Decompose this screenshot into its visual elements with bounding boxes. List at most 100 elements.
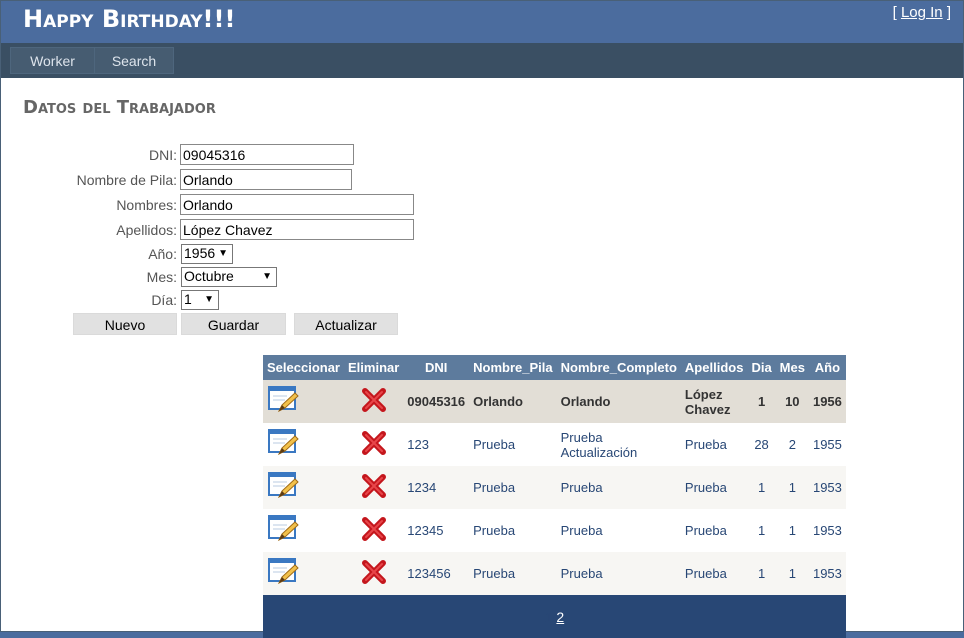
cell-nombre-completo: Prueba Actualización (556, 423, 681, 466)
cell-seleccionar (263, 423, 344, 466)
pager-link-page-2[interactable]: 2 (556, 609, 564, 625)
mes-select[interactable]: Octubre ▼ (181, 267, 277, 287)
login-bracket-close: ] (942, 4, 951, 21)
cell-mes: 1 (775, 552, 809, 595)
login-area: [ Log In ] (893, 4, 951, 21)
anio-label: Año: (148, 246, 177, 262)
edit-pencil-icon[interactable] (267, 471, 303, 503)
red-x-icon[interactable] (356, 515, 392, 547)
dia-select-value: 1 (184, 291, 192, 307)
nombre-pila-field[interactable] (180, 169, 352, 190)
cell-nombre-pila: Prueba (469, 423, 557, 466)
red-x-icon[interactable] (356, 472, 392, 504)
cell-dia: 1 (747, 466, 776, 509)
col-header-seleccionar: Seleccionar (263, 355, 344, 380)
edit-pencil-icon[interactable] (267, 428, 303, 460)
guardar-button[interactable]: Guardar (181, 313, 286, 335)
cell-nombre-completo: Prueba (556, 466, 681, 509)
cell-dia: 28 (747, 423, 776, 466)
cell-seleccionar (263, 466, 344, 509)
login-bracket-open: [ (892, 4, 901, 21)
cell-apellidos: López Chavez (680, 380, 748, 423)
cell-anio: 1955 (808, 423, 846, 466)
red-x-icon[interactable] (356, 429, 392, 461)
cell-mes: 1 (775, 466, 809, 509)
cell-eliminar (344, 466, 404, 509)
dia-select[interactable]: 1 ▼ (181, 290, 219, 310)
mes-label: Mes: (146, 269, 177, 285)
edit-pencil-icon[interactable] (267, 385, 303, 417)
table-row: 123 Prueba Prueba Actualización Prueba 28 2 19… (263, 423, 846, 466)
cell-nombre-pila: Orlando (469, 380, 557, 423)
table-row: 09045316 Orlando Orlando López Chavez 1 10 195… (263, 380, 846, 423)
cell-eliminar (344, 552, 404, 595)
cell-mes: 10 (775, 380, 809, 423)
cell-dni: 123 (403, 423, 470, 466)
site-header: Happy Birthday!!! [ Log In ] (1, 1, 963, 43)
workers-table: Seleccionar Eliminar DNI Nombre_Pila Nom… (263, 355, 846, 638)
cell-dia: 1 (747, 380, 776, 423)
menu-item-worker[interactable]: Worker (10, 47, 95, 74)
dni-label: DNI: (149, 147, 177, 163)
cell-seleccionar (263, 552, 344, 595)
cell-apellidos: Prueba (680, 552, 748, 595)
actualizar-button[interactable]: Actualizar (294, 313, 398, 335)
cell-apellidos: Prueba (680, 466, 748, 509)
cell-anio: 1956 (808, 380, 846, 423)
cell-eliminar (344, 423, 404, 466)
cell-nombre-pila: Prueba (469, 509, 557, 552)
cell-seleccionar (263, 509, 344, 552)
dia-label: Día: (151, 292, 177, 308)
apellidos-label: Apellidos: (116, 222, 177, 238)
nombres-field[interactable] (180, 194, 414, 215)
nombre-pila-label: Nombre de Pila: (76, 172, 177, 188)
cell-anio: 1953 (808, 466, 846, 509)
col-header-nombre-completo: Nombre_Completo (556, 355, 681, 380)
cell-nombre-pila: Prueba (469, 466, 557, 509)
cell-nombre-completo: Orlando (556, 380, 681, 423)
cell-anio: 1953 (808, 552, 846, 595)
table-row: 12345 Prueba Prueba Prueba 1 1 1953 (263, 509, 846, 552)
col-header-apellidos: Apellidos (680, 355, 748, 380)
nuevo-button[interactable]: Nuevo (73, 313, 177, 335)
red-x-icon[interactable] (356, 558, 392, 590)
cell-eliminar (344, 380, 404, 423)
section-title: Datos del Trabajador (23, 97, 216, 118)
cell-eliminar (344, 509, 404, 552)
cell-mes: 1 (775, 509, 809, 552)
table-row: 1234 Prueba Prueba Prueba 1 1 1953 (263, 466, 846, 509)
col-header-eliminar: Eliminar (344, 355, 404, 380)
app-title: Happy Birthday!!! (23, 5, 236, 33)
cell-dni: 123456 (403, 552, 470, 595)
cell-dni: 09045316 (403, 380, 470, 423)
cell-dia: 1 (747, 509, 776, 552)
anio-select[interactable]: 1956 ▼ (181, 244, 233, 264)
chevron-down-icon: ▼ (218, 248, 228, 259)
edit-pencil-icon[interactable] (267, 557, 303, 589)
anio-select-value: 1956 (184, 245, 216, 261)
cell-dia: 1 (747, 552, 776, 595)
cell-mes: 2 (775, 423, 809, 466)
apellidos-field[interactable] (180, 219, 414, 240)
pager-current-page: 1 (544, 608, 553, 625)
cell-apellidos: Prueba (680, 423, 748, 466)
cell-anio: 1953 (808, 509, 846, 552)
page: Happy Birthday!!! [ Log In ] Worker Sear… (0, 0, 964, 638)
login-link[interactable]: Log In (901, 4, 943, 21)
cell-seleccionar (263, 380, 344, 423)
menu-item-search[interactable]: Search (94, 47, 174, 74)
cell-nombre-completo: Prueba (556, 509, 681, 552)
table-row: 123456 Prueba Prueba Prueba 1 1 1953 (263, 552, 846, 595)
edit-pencil-icon[interactable] (267, 514, 303, 546)
red-x-icon[interactable] (356, 386, 392, 418)
main-menu: Worker Search (1, 43, 963, 78)
dni-field[interactable] (180, 144, 354, 165)
nombres-label: Nombres: (116, 197, 177, 213)
col-header-dia: Dia (747, 355, 776, 380)
table-header-row: Seleccionar Eliminar DNI Nombre_Pila Nom… (263, 355, 846, 380)
cell-nombre-completo: Prueba (556, 552, 681, 595)
cell-dni: 1234 (403, 466, 470, 509)
cell-nombre-pila: Prueba (469, 552, 557, 595)
col-header-anio: Año (808, 355, 846, 380)
col-header-mes: Mes (775, 355, 809, 380)
